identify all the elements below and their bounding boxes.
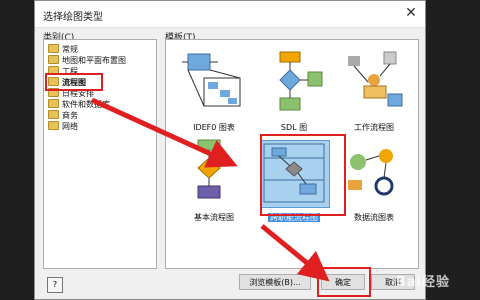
red-arrow-icon xyxy=(260,224,330,282)
red-arrow-icon xyxy=(90,97,238,168)
annotation-arrows xyxy=(90,97,330,282)
watermark: Bai经验 xyxy=(395,275,450,290)
